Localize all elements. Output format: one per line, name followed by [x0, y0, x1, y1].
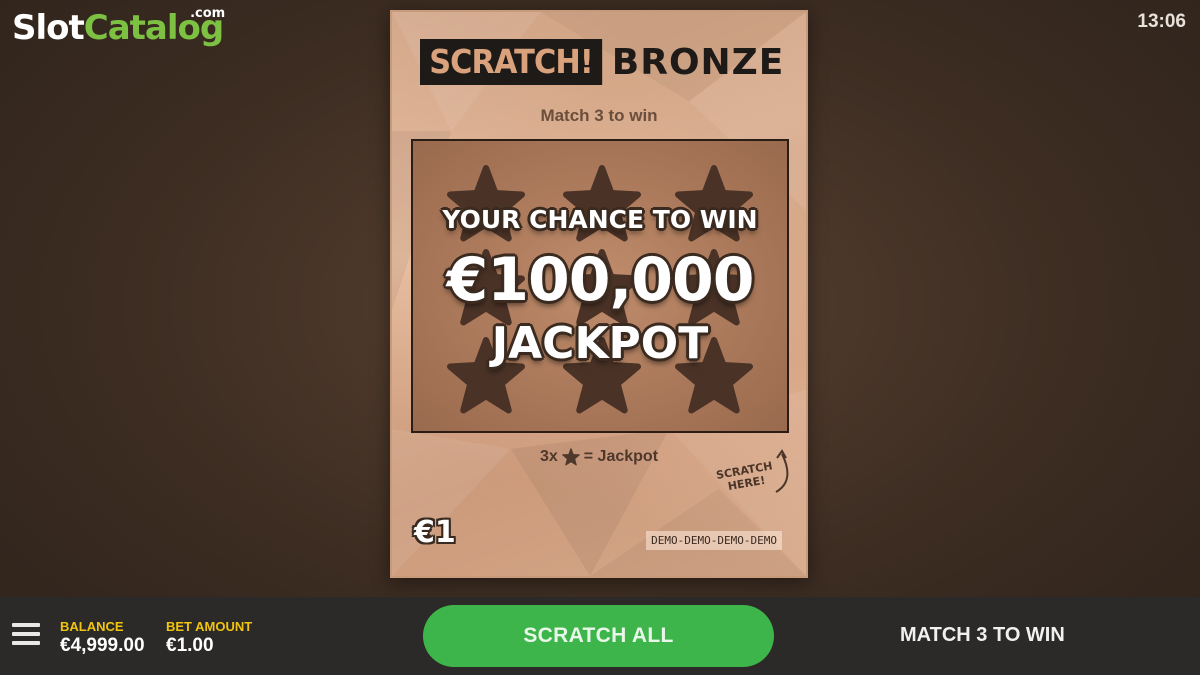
promo-chance-text: YOUR CHANCE TO WIN — [442, 205, 758, 234]
slotcatalog-logo: SlotCatalog .com — [12, 6, 226, 48]
match-info-text: MATCH 3 TO WIN — [900, 624, 1065, 646]
title-bronze: BRONZE — [611, 41, 785, 83]
ticket-subtitle: Match 3 to win — [540, 106, 658, 125]
ticket-price: €1 — [414, 515, 456, 550]
promo-jackpot-amount: €100,000 — [446, 245, 754, 315]
title-scratch: SCRATCH! — [420, 39, 602, 85]
scratch-all-button[interactable]: SCRATCH ALL — [423, 605, 774, 667]
promo-jackpot-label: JACKPOT — [491, 318, 709, 369]
demo-watermark: DEMO-DEMO-DEMO-DEMO — [646, 531, 782, 550]
bet-amount-display[interactable]: BET AMOUNT €1.00 — [166, 619, 252, 657]
scratch-area[interactable]: YOUR CHANCE TO WIN €100,000 JACKPOT — [411, 139, 789, 433]
logo-com-text: .com — [190, 6, 226, 21]
bet-amount-value: €1.00 — [166, 635, 214, 656]
balance-value: €4,999.00 — [60, 635, 145, 656]
rule-prefix: 3x — [539, 448, 558, 465]
clock: 13:06 — [1137, 11, 1186, 32]
star-icon — [561, 448, 580, 466]
bottom-bar: BALANCE €4,999.00 BET AMOUNT €1.00 SCRAT… — [0, 597, 1200, 675]
ticket-title: SCRATCH! BRONZE — [420, 39, 784, 85]
scratch-ticket: SCRATCH! BRONZE Match 3 to win YOUR CHAN… — [390, 10, 808, 578]
rule-suffix: = Jackpot — [583, 448, 659, 465]
curved-arrow-icon — [775, 449, 789, 493]
balance-label: BALANCE — [60, 619, 124, 634]
bet-amount-label: BET AMOUNT — [166, 619, 253, 634]
logo-slot-text: Slot — [12, 8, 85, 48]
hamburger-menu-icon[interactable] — [12, 623, 40, 647]
balance-display: BALANCE €4,999.00 — [60, 619, 145, 657]
